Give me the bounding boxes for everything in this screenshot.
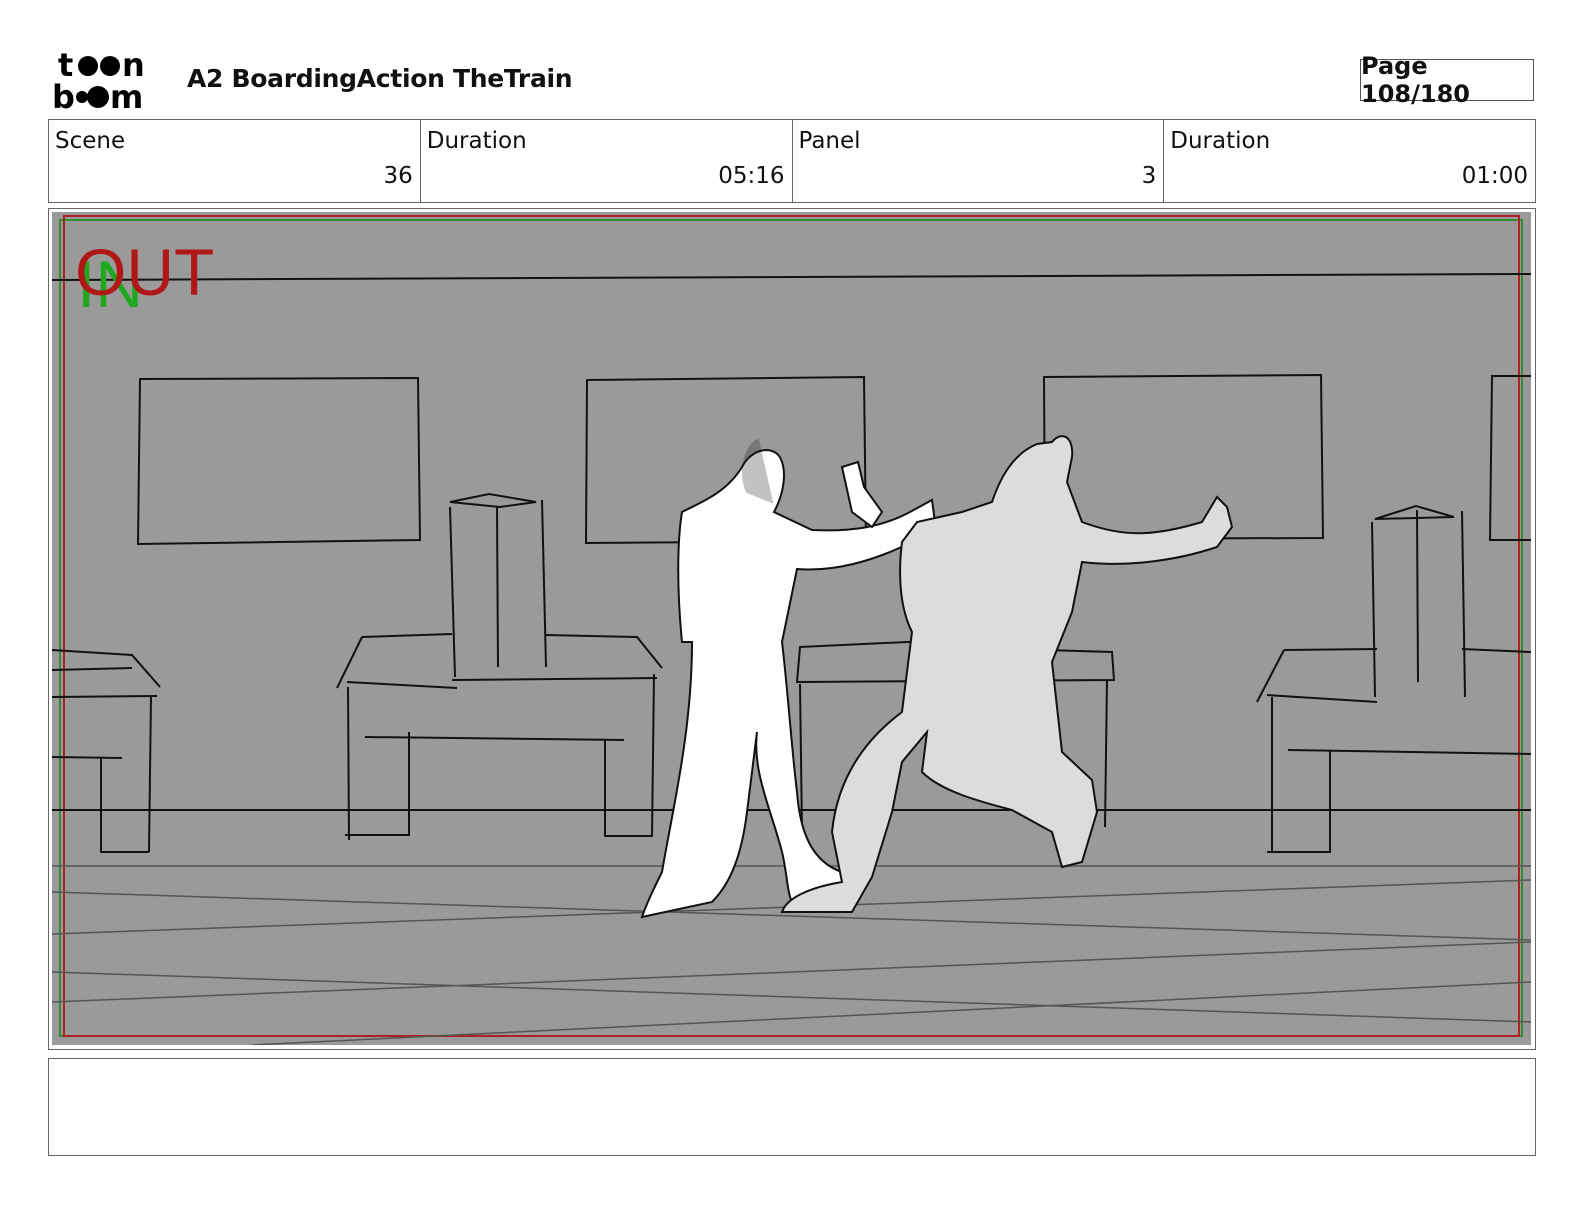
panel-duration-label: Duration (1170, 128, 1271, 154)
scene-cell: Scene 36 (49, 120, 421, 202)
panel-notes (48, 1058, 1536, 1156)
storyboard-sketch (52, 212, 1531, 1045)
scene-duration-cell: Duration 05:16 (421, 120, 793, 202)
svg-text:b: b (52, 78, 75, 112)
panel-duration-cell: Duration 01:00 (1164, 120, 1535, 202)
panel-label: Panel (798, 128, 861, 154)
out-marker: OUT (75, 235, 215, 309)
scene-label: Scene (55, 128, 126, 154)
storyboard-panel-frame: IN OUT (48, 208, 1536, 1050)
panel-duration-value: 01:00 (1461, 163, 1528, 189)
page-number: Page 108/180 (1360, 52, 1534, 108)
scene-duration-label: Duration (426, 128, 527, 154)
toon-boom-logo: t n b m (52, 48, 145, 112)
svg-text:m: m (110, 78, 143, 112)
document-title: A2 BoardingAction TheTrain (187, 64, 573, 93)
scene-value: 36 (383, 163, 413, 189)
scene-duration-value: 05:16 (718, 163, 785, 189)
panel-value: 3 (1141, 163, 1157, 189)
panel-info-row: Scene 36 Duration 05:16 Panel 3 Duration… (48, 119, 1536, 203)
panel-cell: Panel 3 (793, 120, 1165, 202)
